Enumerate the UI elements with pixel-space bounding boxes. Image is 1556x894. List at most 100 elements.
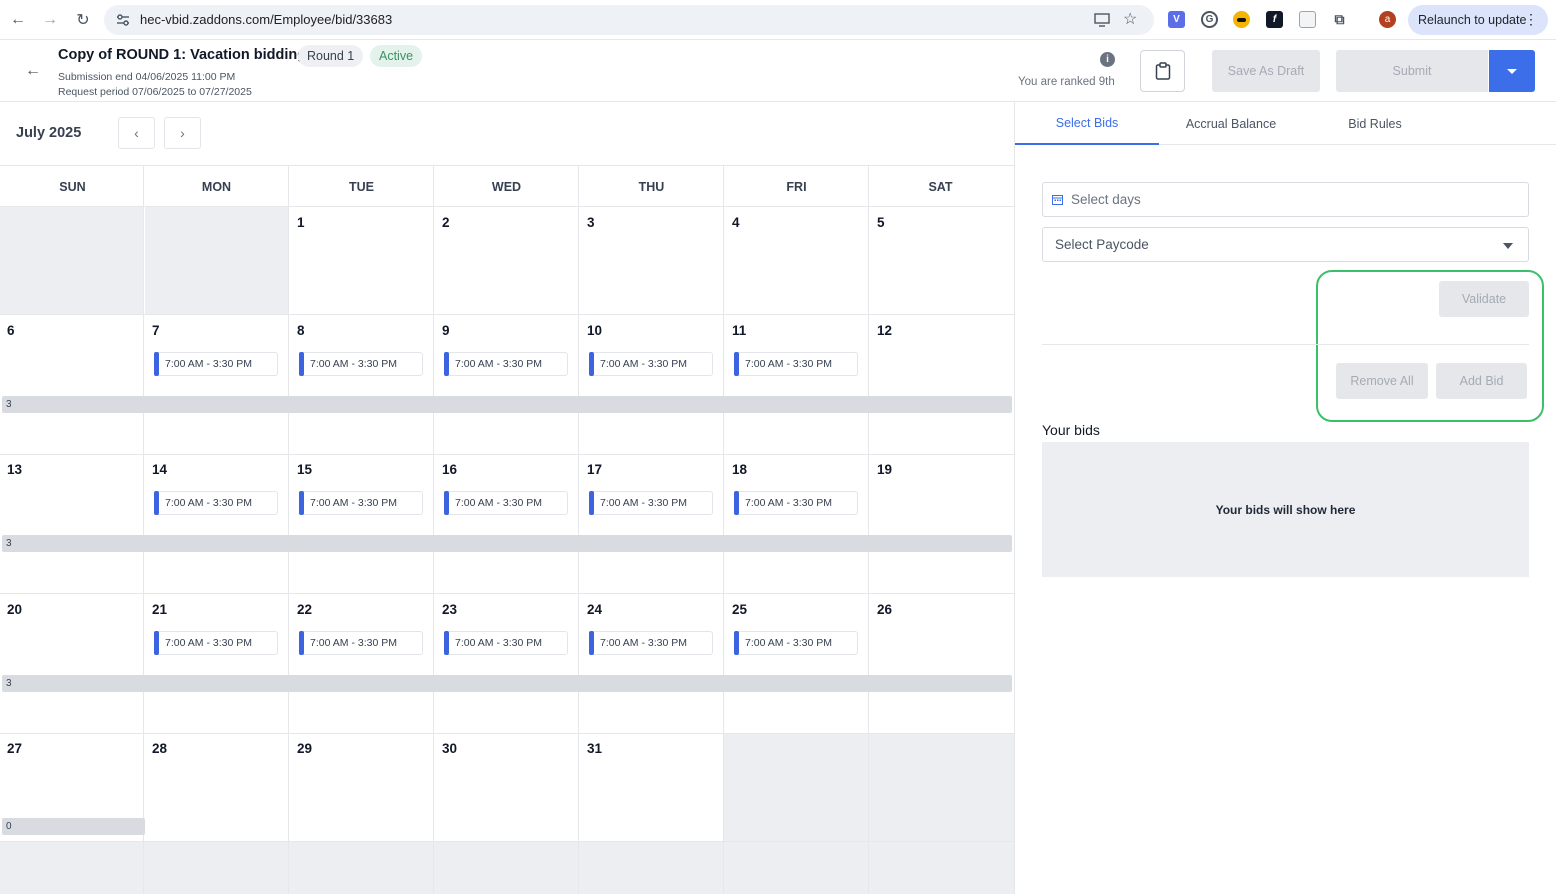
next-month-button[interactable]: › <box>164 117 201 149</box>
day-number[interactable]: 9 <box>442 323 450 338</box>
forward-icon[interactable]: → <box>38 8 62 32</box>
shift-event[interactable]: 7:00 AM - 3:30 PM <box>444 631 568 655</box>
shift-event[interactable]: 7:00 AM - 3:30 PM <box>154 352 278 376</box>
install-app-icon[interactable] <box>1094 13 1110 27</box>
clipboard-button[interactable] <box>1140 50 1185 92</box>
day-number[interactable]: 3 <box>587 215 595 230</box>
calendar-toolbar: July 2025 ‹ › <box>0 102 1014 165</box>
shift-event[interactable]: 7:00 AM - 3:30 PM <box>589 631 713 655</box>
weekday-wed: WED <box>491 179 522 194</box>
shift-event[interactable]: 7:00 AM - 3:30 PM <box>154 491 278 515</box>
chevron-left-icon: ‹ <box>134 125 139 141</box>
calendar-grid: SUN MON TUE WED THU FRI SAT 1 2 3 4 5 6 … <box>0 165 1014 894</box>
row-divider <box>0 314 1014 315</box>
shift-event[interactable]: 7:00 AM - 3:30 PM <box>589 491 713 515</box>
back-arrow-icon[interactable]: ← <box>23 61 43 81</box>
more-menu-icon[interactable]: ⋮ <box>1524 12 1538 26</box>
column-divider <box>433 166 434 894</box>
status-badge: Active <box>370 45 423 67</box>
day-number[interactable]: 28 <box>152 741 167 756</box>
weekday-sun: SUN <box>59 179 86 194</box>
day-number[interactable]: 31 <box>587 741 602 756</box>
your-bids-heading: Your bids <box>1042 422 1100 438</box>
day-number[interactable]: 20 <box>7 602 22 617</box>
day-number[interactable]: 10 <box>587 323 602 338</box>
tab-bid-rules[interactable]: Bid Rules <box>1303 102 1447 145</box>
day-number[interactable]: 29 <box>297 741 312 756</box>
extension-v-icon[interactable]: V <box>1168 11 1185 28</box>
day-number[interactable]: 18 <box>732 462 747 477</box>
day-number[interactable]: 14 <box>152 462 167 477</box>
day-number[interactable]: 15 <box>297 462 312 477</box>
extension-face-icon[interactable] <box>1233 11 1250 28</box>
day-number[interactable]: 27 <box>7 741 22 756</box>
day-number[interactable]: 12 <box>877 323 892 338</box>
select-days-input[interactable]: Select days <box>1042 182 1529 217</box>
shift-event[interactable]: 7:00 AM - 3:30 PM <box>299 631 423 655</box>
weekday-sat: SAT <box>928 179 953 194</box>
shift-event[interactable]: 7:00 AM - 3:30 PM <box>444 491 568 515</box>
extensions-puzzle-icon[interactable]: ⧉ <box>1331 11 1348 28</box>
select-paycode-dropdown[interactable]: Select Paycode <box>1042 227 1529 262</box>
extension-fx-icon[interactable]: f <box>1266 11 1283 28</box>
add-bid-button[interactable]: Add Bid <box>1436 363 1527 399</box>
divider <box>1042 344 1529 345</box>
page-title: Copy of ROUND 1: Vacation bidding <box>58 47 307 63</box>
day-number[interactable]: 25 <box>732 602 747 617</box>
day-number[interactable]: 19 <box>877 462 892 477</box>
weekday-thu: THU <box>638 179 665 194</box>
profile-initial: a <box>1384 14 1391 25</box>
day-number[interactable]: 2 <box>442 215 450 230</box>
day-number[interactable]: 4 <box>732 215 740 230</box>
shift-event[interactable]: 7:00 AM - 3:30 PM <box>154 631 278 655</box>
shift-event[interactable]: 7:00 AM - 3:30 PM <box>734 631 858 655</box>
shift-event[interactable]: 7:00 AM - 3:30 PM <box>299 491 423 515</box>
day-number[interactable]: 8 <box>297 323 305 338</box>
submit-button[interactable]: Submit <box>1336 50 1488 92</box>
day-number[interactable]: 11 <box>732 323 746 338</box>
shift-event[interactable]: 7:00 AM - 3:30 PM <box>734 491 858 515</box>
day-number[interactable]: 22 <box>297 602 312 617</box>
shift-event[interactable]: 7:00 AM - 3:30 PM <box>444 352 568 376</box>
extension-doc-icon[interactable] <box>1299 11 1316 28</box>
day-number[interactable]: 17 <box>587 462 602 477</box>
save-as-draft-button[interactable]: Save As Draft <box>1212 50 1320 92</box>
day-number[interactable]: 24 <box>587 602 602 617</box>
extension-g-icon[interactable]: G <box>1201 11 1218 28</box>
tab-accrual-balance[interactable]: Accrual Balance <box>1159 102 1303 145</box>
day-number[interactable]: 13 <box>7 462 22 477</box>
submit-options-button[interactable] <box>1489 50 1535 92</box>
day-number[interactable]: 26 <box>877 602 892 617</box>
profile-avatar[interactable]: a <box>1379 11 1396 28</box>
info-icon[interactable]: i <box>1100 52 1115 67</box>
select-days-placeholder: Select days <box>1071 192 1141 207</box>
calendar-row-empty <box>0 842 1014 894</box>
url-text: hec-vbid.zaddons.com/Employee/bid/33683 <box>140 12 393 27</box>
day-number[interactable]: 7 <box>152 323 160 338</box>
submission-end-text: Submission end 04/06/2025 11:00 PM <box>58 71 236 83</box>
remove-all-button[interactable]: Remove All <box>1336 363 1428 399</box>
day-number[interactable]: 1 <box>297 215 305 230</box>
shift-event[interactable]: 7:00 AM - 3:30 PM <box>299 352 423 376</box>
shift-event[interactable]: 7:00 AM - 3:30 PM <box>734 352 858 376</box>
back-icon[interactable]: ← <box>6 8 30 32</box>
day-number[interactable]: 5 <box>877 215 885 230</box>
row-divider <box>0 454 1014 455</box>
day-number[interactable]: 16 <box>442 462 457 477</box>
tab-select-bids[interactable]: Select Bids <box>1015 102 1159 145</box>
day-number[interactable]: 23 <box>442 602 457 617</box>
day-number[interactable]: 30 <box>442 741 457 756</box>
shift-event[interactable]: 7:00 AM - 3:30 PM <box>589 352 713 376</box>
row-divider <box>0 206 1014 207</box>
calendar-cell-empty <box>0 207 144 315</box>
relaunch-button[interactable]: Relaunch to update ⋮ <box>1408 5 1548 35</box>
reload-icon[interactable]: ↻ <box>71 8 95 32</box>
site-settings-icon[interactable] <box>116 13 130 27</box>
day-number[interactable]: 21 <box>152 602 167 617</box>
validate-button[interactable]: Validate <box>1439 281 1529 317</box>
previous-month-button[interactable]: ‹ <box>118 117 155 149</box>
bookmark-star-icon[interactable]: ☆ <box>1123 9 1137 29</box>
calendar-cell-empty <box>724 734 1014 842</box>
address-bar[interactable]: hec-vbid.zaddons.com/Employee/bid/33683 … <box>104 5 1154 35</box>
day-number[interactable]: 6 <box>7 323 15 338</box>
